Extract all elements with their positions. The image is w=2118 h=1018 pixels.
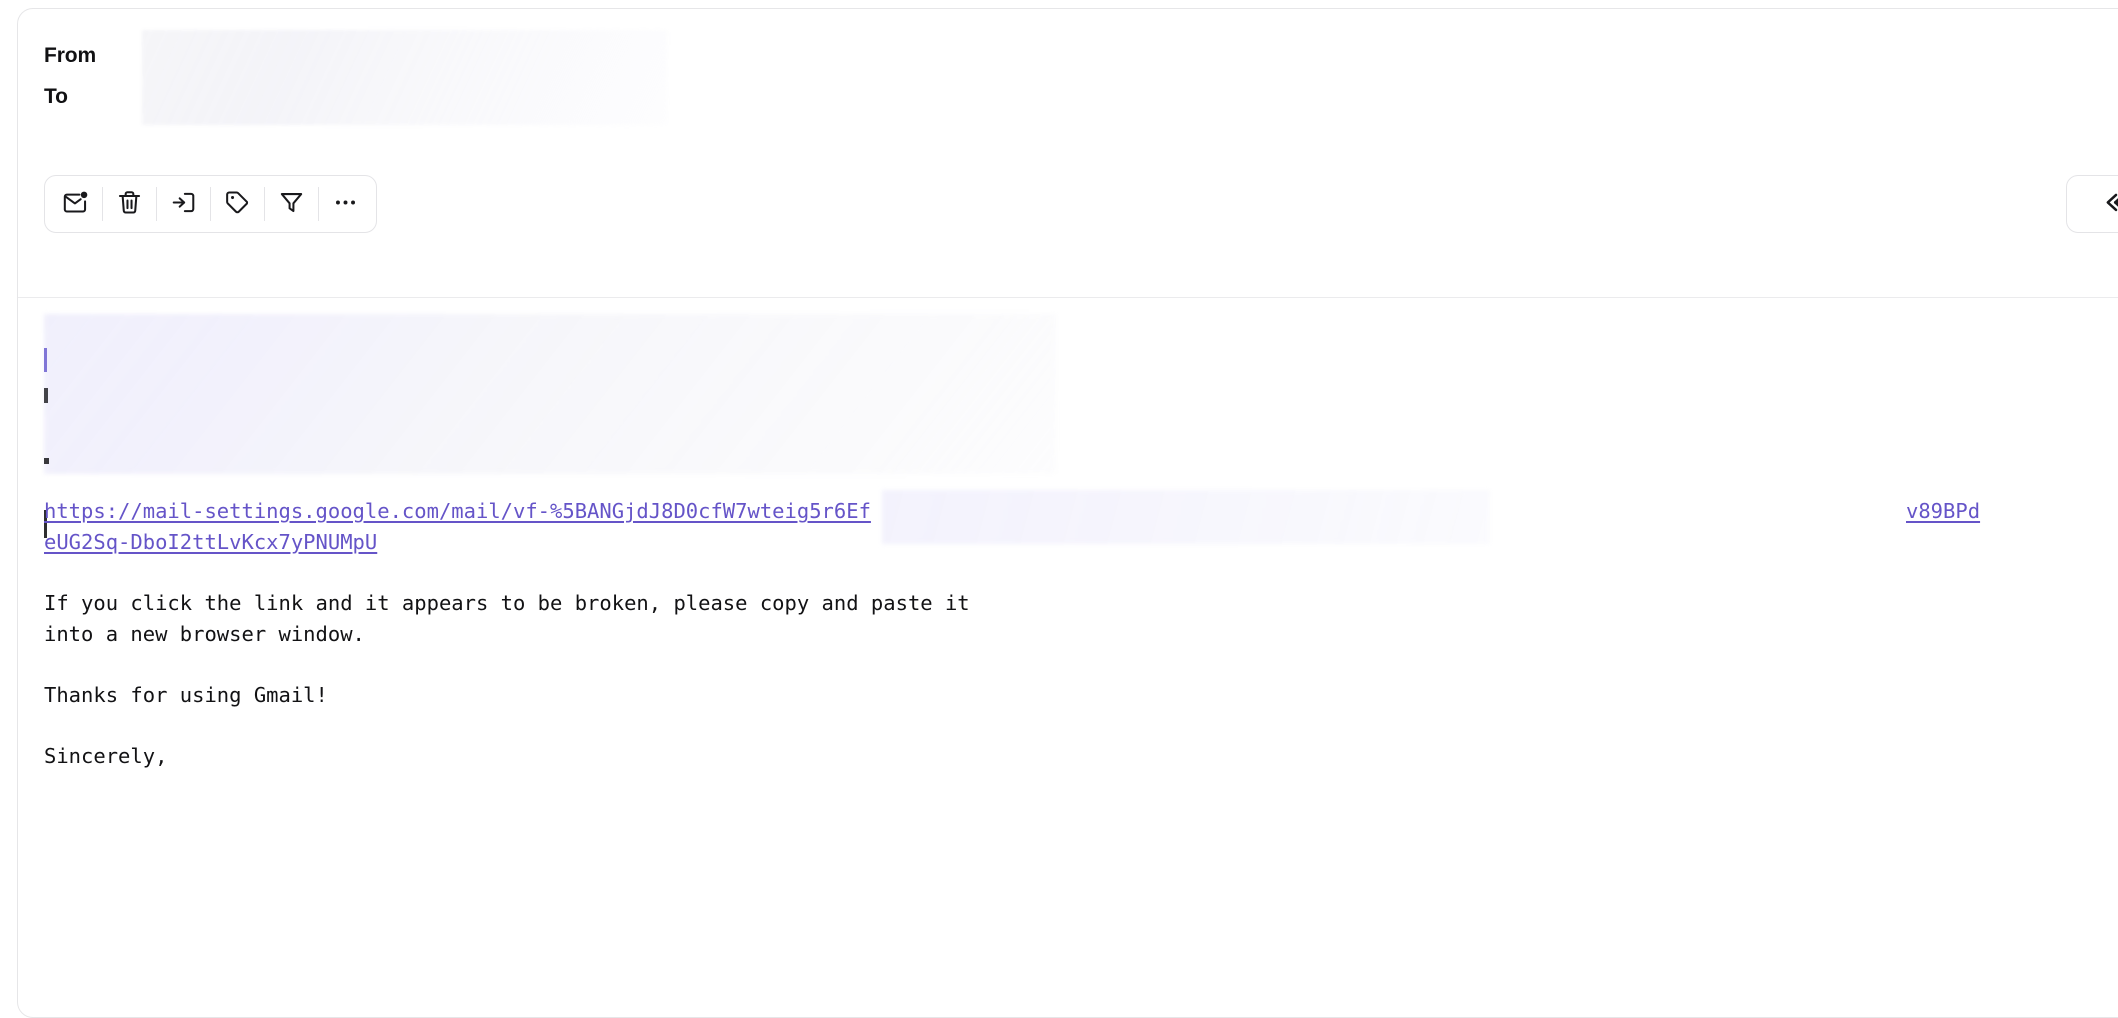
move-to-button[interactable] bbox=[157, 176, 210, 232]
message-action-toolbar bbox=[44, 175, 377, 233]
message-body: https://mail-settings.google.com/mail/vf… bbox=[44, 314, 2118, 772]
redacted-recipients-block bbox=[142, 30, 667, 125]
delete-button[interactable] bbox=[103, 176, 156, 232]
tag-icon bbox=[224, 189, 251, 219]
reply-icon bbox=[2103, 186, 2118, 223]
mark-unread-button[interactable] bbox=[49, 176, 102, 232]
reply-button[interactable] bbox=[2066, 175, 2118, 233]
more-options-button[interactable] bbox=[319, 176, 372, 232]
message-header: From To bbox=[18, 9, 2118, 298]
header-divider bbox=[18, 297, 2118, 298]
mark-unread-icon bbox=[62, 189, 89, 219]
from-field-row: From bbox=[44, 41, 96, 71]
label-button[interactable] bbox=[211, 176, 264, 232]
redacted-intro-region bbox=[44, 314, 1056, 538]
verification-link-block: https://mail-settings.google.com/mail/vf… bbox=[44, 490, 2118, 558]
filter-button[interactable] bbox=[265, 176, 318, 232]
verification-link-line-1: https://mail-settings.google.com/mail/vf… bbox=[44, 499, 871, 523]
glyph-fragment bbox=[44, 458, 49, 464]
filter-icon bbox=[278, 189, 305, 219]
glyph-fragment bbox=[44, 388, 48, 403]
verification-link[interactable]: https://mail-settings.google.com/mail/vf… bbox=[44, 496, 2118, 558]
to-field-row: To bbox=[44, 82, 68, 112]
trash-icon bbox=[116, 189, 143, 219]
verification-link-line-2: eUG2Sq-DboI2ttLvKcx7yPNUMpU bbox=[44, 530, 378, 554]
from-label: From bbox=[44, 44, 97, 67]
to-label: To bbox=[44, 85, 68, 108]
glyph-fragment bbox=[44, 348, 47, 372]
broken-link-paragraph: If you click the link and it appears to … bbox=[44, 591, 970, 646]
archive-icon bbox=[170, 189, 197, 219]
verification-link-tail: v89BPd bbox=[1906, 499, 1981, 523]
redacted-intro-block bbox=[44, 314, 1056, 474]
thanks-paragraph: Thanks for using Gmail! bbox=[44, 683, 328, 707]
signoff-paragraph: Sincerely, bbox=[44, 744, 168, 768]
more-icon bbox=[332, 189, 359, 219]
message-card: From To https://mail-settings.google.com… bbox=[17, 8, 2118, 1018]
